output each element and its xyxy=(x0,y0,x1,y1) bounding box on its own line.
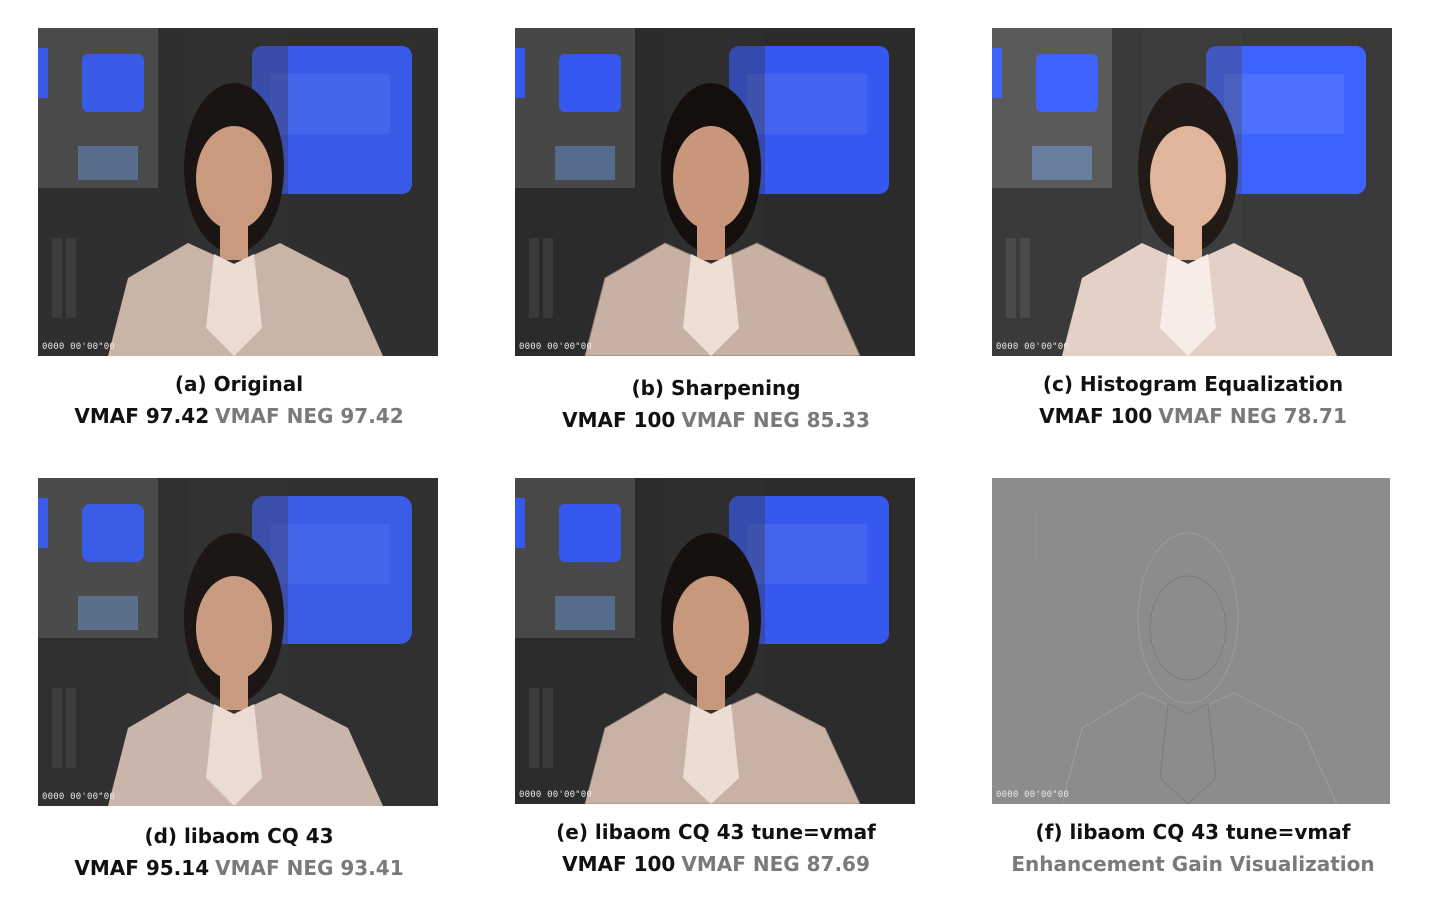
metric-line: VMAF 100 VMAF NEG 78.71 xyxy=(992,400,1394,432)
timecode: 0000 00'00"00 xyxy=(996,790,1070,800)
frame-histogram-equalization: 0000 00'00"00 xyxy=(992,28,1392,356)
frame-original: 0000 00'00"00 xyxy=(38,28,438,356)
metric-line: VMAF 95.14 VMAF NEG 93.41 xyxy=(38,852,440,884)
panel-title: (f) libaom CQ 43 tune=vmaf xyxy=(1035,820,1351,844)
panel-c: 0000 00'00"00 (c) Histogram Equalization… xyxy=(992,28,1394,432)
panel-e: 0000 00'00"00 (e) libaom CQ 43 tune=vmaf… xyxy=(515,478,917,880)
video-frame-image xyxy=(515,478,915,804)
vmaf-neg-score: VMAF NEG 87.69 xyxy=(681,852,870,876)
panel-title: (a) Original xyxy=(174,372,304,396)
frame-libaom-cq43: 0000 00'00"00 xyxy=(38,478,438,806)
vmaf-score: VMAF 95.14 xyxy=(74,856,210,880)
video-frame-image xyxy=(38,478,438,806)
vmaf-neg-score: VMAF NEG 97.42 xyxy=(215,404,404,428)
panel-title: (c) Histogram Equalization xyxy=(1042,372,1344,396)
panel-title: (d) libaom CQ 43 xyxy=(144,824,334,848)
vmaf-neg-score: VMAF NEG 93.41 xyxy=(215,856,404,880)
video-frame-image xyxy=(992,28,1392,356)
timecode: 0000 00'00"00 xyxy=(519,790,593,800)
video-frame-image xyxy=(515,28,915,356)
vmaf-score: VMAF 100 xyxy=(1039,404,1153,428)
frame-sharpening: 0000 00'00"00 xyxy=(515,28,915,356)
vmaf-neg-score: VMAF NEG 85.33 xyxy=(681,408,870,432)
gain-map-image xyxy=(992,478,1390,804)
video-frame-image xyxy=(38,28,438,356)
frame-enhancement-gain: 0000 00'00"00 xyxy=(992,478,1390,804)
metric-line: VMAF 97.42 VMAF NEG 97.42 xyxy=(38,400,440,432)
timecode: 0000 00'00"00 xyxy=(42,792,116,802)
panel-subtitle: Enhancement Gain Visualization xyxy=(1011,852,1375,876)
vmaf-score: VMAF 97.42 xyxy=(74,404,210,428)
metric-line: VMAF 100 VMAF NEG 85.33 xyxy=(515,404,917,436)
vmaf-score: VMAF 100 xyxy=(562,852,676,876)
panel-b: 0000 00'00"00 (b) Sharpening VMAF 100 VMA… xyxy=(515,28,917,436)
panel-a: 0000 00'00"00 (a) Original VMAF 97.42 VMA… xyxy=(38,28,440,432)
timecode: 0000 00'00"00 xyxy=(519,342,593,352)
panel-d: 0000 00'00"00 (d) libaom CQ 43 VMAF 95.1… xyxy=(38,478,440,884)
metric-line: VMAF 100 VMAF NEG 87.69 xyxy=(515,848,917,880)
panel-title: (b) Sharpening xyxy=(631,376,801,400)
vmaf-score: VMAF 100 xyxy=(562,408,676,432)
panel-f: 0000 00'00"00 (f) libaom CQ 43 tune=vmaf… xyxy=(992,478,1394,880)
timecode: 0000 00'00"00 xyxy=(996,342,1070,352)
panel-title: (e) libaom CQ 43 tune=vmaf xyxy=(556,820,876,844)
timecode: 0000 00'00"00 xyxy=(42,342,116,352)
vmaf-neg-score: VMAF NEG 78.71 xyxy=(1158,404,1347,428)
frame-libaom-cq43-tune-vmaf: 0000 00'00"00 xyxy=(515,478,915,804)
